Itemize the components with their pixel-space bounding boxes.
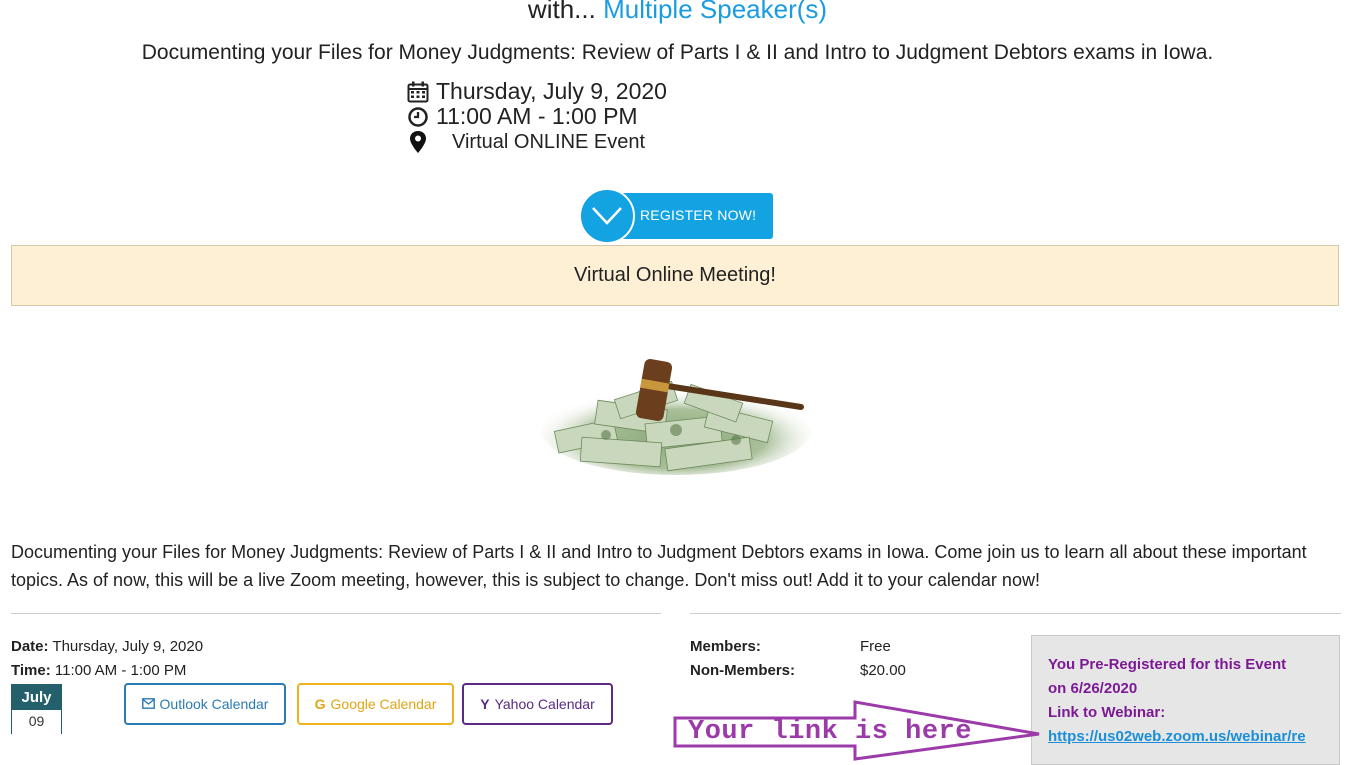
google-icon: G (314, 696, 326, 712)
nonmembers-label-text: Non-Members: (690, 662, 796, 679)
host-prefix: with... (527, 0, 596, 24)
clock-icon (406, 105, 430, 129)
event-title: Documenting your Files for Money Judgmen… (141, 41, 1214, 64)
event-date: Thursday, July 9, 2020 (436, 78, 667, 104)
calendar-icon (406, 80, 430, 104)
nonmembers-label: Non-Members: (690, 662, 795, 679)
map-pin-icon (406, 130, 430, 154)
detail-time: Time: 11:00 AM - 1:00 PM (11, 662, 186, 679)
detail-date-label: Date: (11, 638, 49, 655)
virtual-meeting-notice: Virtual Online Meeting! (11, 245, 1339, 306)
prereg-line-2: on 6/26/2020 (1048, 680, 1138, 697)
detail-time-value: 11:00 AM - 1:00 PM (54, 662, 187, 679)
preregistration-box: You Pre-Registered for this Event on 6/2… (1031, 635, 1340, 765)
divider-left (11, 613, 661, 614)
chevron-down-icon (579, 188, 635, 244)
event-description: Documenting your Files for Money Judgmen… (11, 542, 1307, 590)
yahoo-calendar-label: Yahoo Calendar (494, 696, 595, 712)
google-calendar-label: Google Calendar (330, 696, 437, 712)
register-now-button[interactable]: REGISTER NOW! (579, 188, 775, 244)
prereg-line-1: You Pre-Registered for this Event (1048, 656, 1287, 673)
date-badge: July 09 (11, 684, 62, 734)
event-location: Virtual ONLINE Event (452, 130, 646, 153)
yahoo-icon: Y (480, 696, 490, 712)
date-badge-day: 09 (12, 710, 61, 734)
nonmembers-price: $20.00 (860, 662, 906, 679)
members-label: Members: (690, 638, 761, 655)
detail-date-value: Thursday, July 9, 2020 (52, 638, 204, 655)
yahoo-calendar-button[interactable]: Y Yahoo Calendar (462, 683, 613, 725)
register-button-label: REGISTER NOW! (640, 207, 757, 223)
speaker-link[interactable]: Multiple Speaker(s) (603, 0, 827, 24)
divider-right (690, 613, 1341, 614)
outlook-calendar-button[interactable]: Outlook Calendar (124, 683, 286, 725)
event-location-row: Virtual ONLINE Event (406, 130, 645, 154)
event-date-row: Thursday, July 9, 2020 (406, 78, 667, 105)
google-calendar-button[interactable]: G Google Calendar (297, 683, 454, 725)
date-badge-month: July (12, 685, 61, 710)
event-time-row: 11:00 AM - 1:00 PM (406, 103, 638, 130)
event-host-line: with... Multiple Speaker(s) (0, 0, 1355, 25)
detail-date: Date: Thursday, July 9, 2020 (11, 638, 203, 655)
money-gavel-image (536, 345, 816, 485)
outlook-calendar-label: Outlook Calendar (159, 696, 269, 712)
prereg-line-3: Link to Webinar: (1048, 704, 1166, 721)
envelope-icon (141, 696, 155, 712)
members-price: Free (860, 638, 891, 655)
event-time: 11:00 AM - 1:00 PM (436, 103, 638, 129)
webinar-link[interactable]: https://us02web.zoom.us/webinar/re (1048, 728, 1306, 745)
members-label-text: Members: (690, 638, 761, 655)
detail-time-label: Time: (11, 662, 51, 679)
annotation-text: Your link is here (688, 717, 972, 747)
